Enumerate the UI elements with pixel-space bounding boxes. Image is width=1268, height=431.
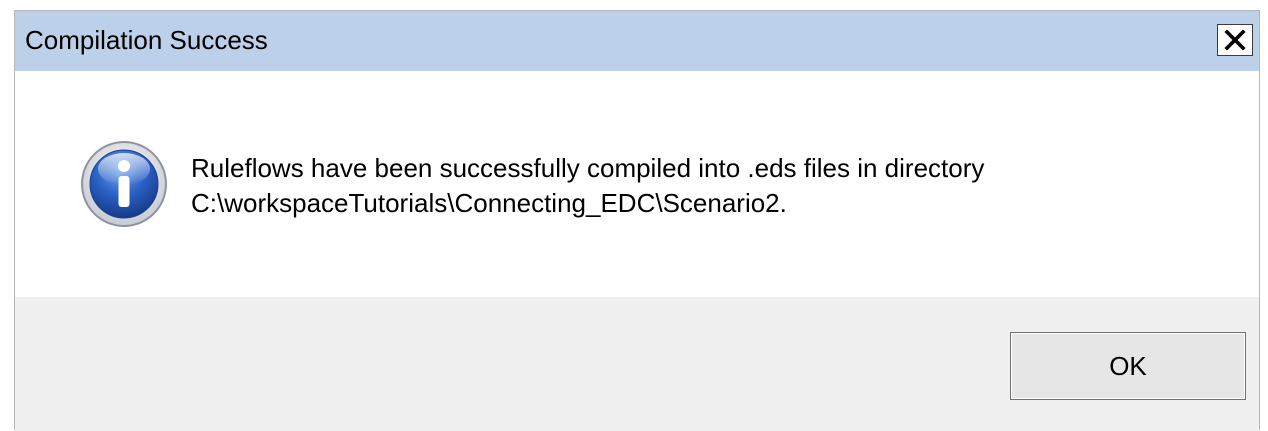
dialog-window: Compilation Success Ruleflows have been … xyxy=(14,10,1260,431)
message-path-line: C:\workspaceTutorials\Connecting_EDC\Sce… xyxy=(191,188,787,218)
title-bar[interactable]: Compilation Success xyxy=(15,11,1259,71)
information-icon xyxy=(81,141,167,227)
button-bar: OK xyxy=(15,297,1259,431)
dialog-content: Ruleflows have been successfully compile… xyxy=(15,71,1259,297)
close-button[interactable] xyxy=(1217,24,1253,56)
close-icon xyxy=(1224,30,1246,50)
message-line: Ruleflows have been successfully compile… xyxy=(191,153,985,183)
ok-button[interactable]: OK xyxy=(1010,332,1246,400)
dialog-title: Compilation Success xyxy=(25,25,268,55)
dialog-message: Ruleflows have been successfully compile… xyxy=(191,151,984,221)
